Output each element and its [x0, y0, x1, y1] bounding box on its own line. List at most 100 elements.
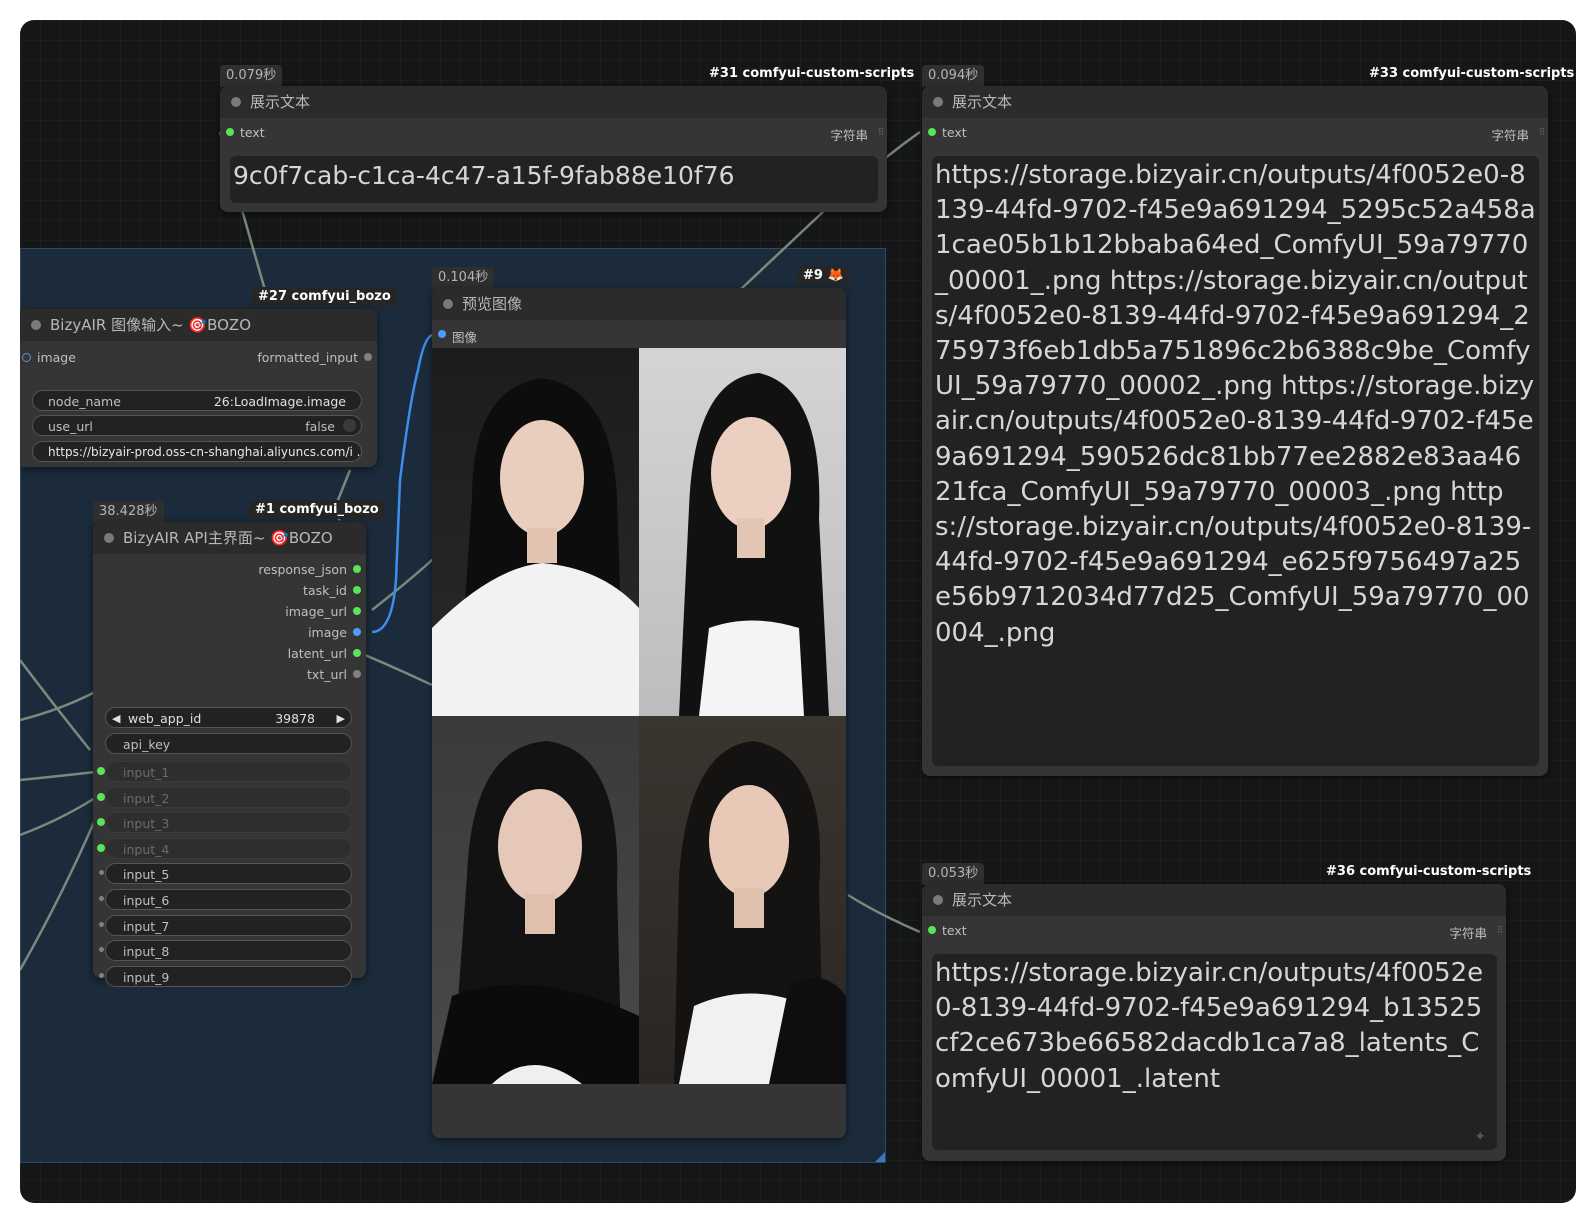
input-6-field[interactable]: input_6: [105, 888, 352, 910]
collapse-dot-icon[interactable]: [231, 97, 241, 107]
input-4-field[interactable]: input_4: [105, 837, 352, 859]
input-slot-input-4[interactable]: input_4: [93, 836, 366, 862]
node-name-widget[interactable]: node_name 26:LoadImage.image: [32, 390, 362, 411]
grip-icon[interactable]: ⁝⁝: [878, 125, 884, 138]
input-slot-dot-icon[interactable]: [99, 972, 104, 978]
preview-image-3[interactable]: [432, 716, 639, 1084]
node-31-tag: #31 comfyui-custom-scripts: [709, 66, 915, 81]
node-1-api-main[interactable]: BizyAIR API主界面~ 🎯BOZO response_json task_…: [93, 522, 366, 987]
input-slot-dot-icon[interactable]: [226, 128, 234, 136]
input-slot-dot-icon[interactable]: [22, 353, 31, 362]
node-33-header[interactable]: 展示文本: [922, 86, 1548, 118]
node-9-input-row: 图像: [432, 324, 846, 345]
input-2-field[interactable]: input_2: [105, 786, 352, 808]
input-slot-input-2[interactable]: input_2: [93, 785, 366, 811]
node-9-preview-image[interactable]: 预览图像 图像: [432, 288, 846, 1138]
output-slot-dot-icon[interactable]: [353, 586, 361, 594]
toggle-knob-icon[interactable]: [343, 419, 356, 432]
use-url-toggle[interactable]: use_url false: [32, 415, 362, 436]
grip-icon[interactable]: ⁝⁝: [1497, 923, 1503, 936]
node-36-type-label: 字符串: [1449, 926, 1487, 941]
input-slot-dot-icon[interactable]: [99, 895, 104, 901]
input-slot-dot-icon[interactable]: [438, 330, 446, 338]
input-label: input_7: [123, 918, 170, 934]
input-slot-input-6[interactable]: input_6: [93, 887, 366, 913]
input-slot-input-3[interactable]: input_3: [93, 810, 366, 836]
output-slot-txt-url[interactable]: txt_url: [93, 664, 366, 685]
input-slot-dot-icon[interactable]: [97, 843, 105, 852]
input-8-field[interactable]: input_8: [105, 940, 352, 962]
input-slot-input-1[interactable]: input_1: [93, 759, 366, 785]
node-27-image-input[interactable]: BizyAIR 图像输入~ 🎯BOZO image formatted_inpu…: [20, 309, 377, 467]
input-slot-dot-icon[interactable]: [99, 921, 104, 927]
input-5-field[interactable]: input_5: [105, 863, 352, 885]
output-label: image_url: [285, 604, 347, 619]
input-1-field[interactable]: input_1: [105, 761, 352, 782]
input-slot-dot-icon[interactable]: [928, 926, 936, 934]
collapse-dot-icon[interactable]: [933, 895, 943, 905]
resize-sparkle-icon[interactable]: ✦: [1474, 1129, 1486, 1145]
collapse-dot-icon[interactable]: [443, 299, 453, 309]
input-slot-dot-icon[interactable]: [97, 792, 105, 801]
output-slot-task-id[interactable]: task_id: [93, 580, 366, 601]
api-key-field[interactable]: api_key: [105, 733, 352, 754]
decrement-arrow-icon[interactable]: ◀: [112, 708, 120, 727]
output-slot-image-url[interactable]: image_url: [93, 601, 366, 622]
node-27-header[interactable]: BizyAIR 图像输入~ 🎯BOZO: [20, 309, 377, 341]
node-36-text-value[interactable]: https://storage.bizyair.cn/outputs/4f005…: [932, 954, 1497, 1150]
node-33-show-text[interactable]: 展示文本 text 字符串 ⁝⁝ https://storage.bizyair…: [922, 86, 1548, 776]
input-9-field[interactable]: input_9: [105, 965, 352, 987]
web-app-id-label: web_app_id: [128, 711, 202, 726]
output-slot-dot-icon[interactable]: [364, 353, 372, 361]
node-36-show-text[interactable]: 展示文本 text 字符串 ⁝⁝ https://storage.bizyair…: [922, 884, 1506, 1161]
output-slot-latent-url[interactable]: latent_url: [93, 643, 366, 664]
output-label: response_json: [258, 562, 347, 577]
collapse-dot-icon[interactable]: [933, 97, 943, 107]
node-9-input-label: 图像: [452, 330, 478, 345]
node-canvas[interactable]: 0.079秒 #31 comfyui-custom-scripts 展示文本 t…: [20, 20, 1576, 1203]
input-slot-input-5[interactable]: input_5: [93, 861, 366, 887]
input-slot-dot-icon[interactable]: [99, 947, 104, 953]
node-31-text-value[interactable]: 9c0f7cab-c1ca-4c47-a15f-9fab88e10f76: [230, 156, 878, 203]
input-slot-dot-icon[interactable]: [97, 818, 105, 827]
node-31-header[interactable]: 展示文本: [220, 86, 887, 118]
node-27-io-row: image formatted_input: [20, 347, 377, 368]
node-9-header[interactable]: 预览图像: [432, 288, 846, 320]
input-slot-dot-icon[interactable]: [99, 870, 104, 876]
node-36-title: 展示文本: [952, 891, 1013, 909]
output-slot-dot-icon[interactable]: [353, 670, 361, 678]
node-31-show-text[interactable]: 展示文本 text 字符串 ⁝⁝ 9c0f7cab-c1ca-4c47-a15f…: [220, 86, 887, 212]
input-slot-dot-icon[interactable]: [928, 128, 936, 136]
preview-image-1[interactable]: [432, 348, 639, 716]
input-7-field[interactable]: input_7: [105, 914, 352, 936]
grip-icon[interactable]: ⁝⁝: [1539, 125, 1545, 138]
input-slot-dot-icon[interactable]: [97, 767, 105, 775]
collapse-dot-icon[interactable]: [104, 533, 114, 543]
input-slot-input-7[interactable]: input_7: [93, 913, 366, 939]
preview-image-2[interactable]: [639, 348, 846, 716]
node-33-text-value[interactable]: https://storage.bizyair.cn/outputs/4f005…: [932, 156, 1539, 766]
node-31-title: 展示文本: [250, 93, 311, 111]
web-app-id-stepper[interactable]: ◀ web_app_id 39878 ▶: [105, 707, 352, 728]
output-slot-response-json[interactable]: response_json: [93, 559, 366, 580]
output-slot-dot-icon[interactable]: [353, 649, 361, 657]
portrait-figure-1: [432, 378, 639, 716]
url-field[interactable]: https://bizyair-prod.oss-cn-shanghai.ali…: [32, 441, 362, 462]
output-slot-dot-icon[interactable]: [353, 607, 361, 615]
input-slot-input-8[interactable]: input_8: [93, 938, 366, 964]
output-slot-dot-icon[interactable]: [353, 628, 361, 636]
node-1-header[interactable]: BizyAIR API主界面~ 🎯BOZO: [93, 522, 366, 554]
preview-image-4[interactable]: [639, 716, 846, 1084]
node-9-time: 0.104秒: [432, 267, 495, 289]
input-slot-input-9[interactable]: input_9: [93, 964, 366, 990]
input-3-field[interactable]: input_3: [105, 812, 352, 834]
node-33-input-row: text 字符串 ⁝⁝: [922, 122, 1548, 143]
node-36-header[interactable]: 展示文本: [922, 884, 1506, 916]
increment-arrow-icon[interactable]: ▶: [337, 708, 345, 727]
node-27-title: BizyAIR 图像输入~ 🎯BOZO: [50, 316, 252, 334]
output-slot-dot-icon[interactable]: [353, 565, 361, 573]
collapse-dot-icon[interactable]: [31, 320, 41, 330]
node-31-input-label: text: [240, 125, 265, 140]
group-resize-handle[interactable]: [875, 1152, 885, 1162]
output-slot-image[interactable]: image: [93, 622, 366, 643]
